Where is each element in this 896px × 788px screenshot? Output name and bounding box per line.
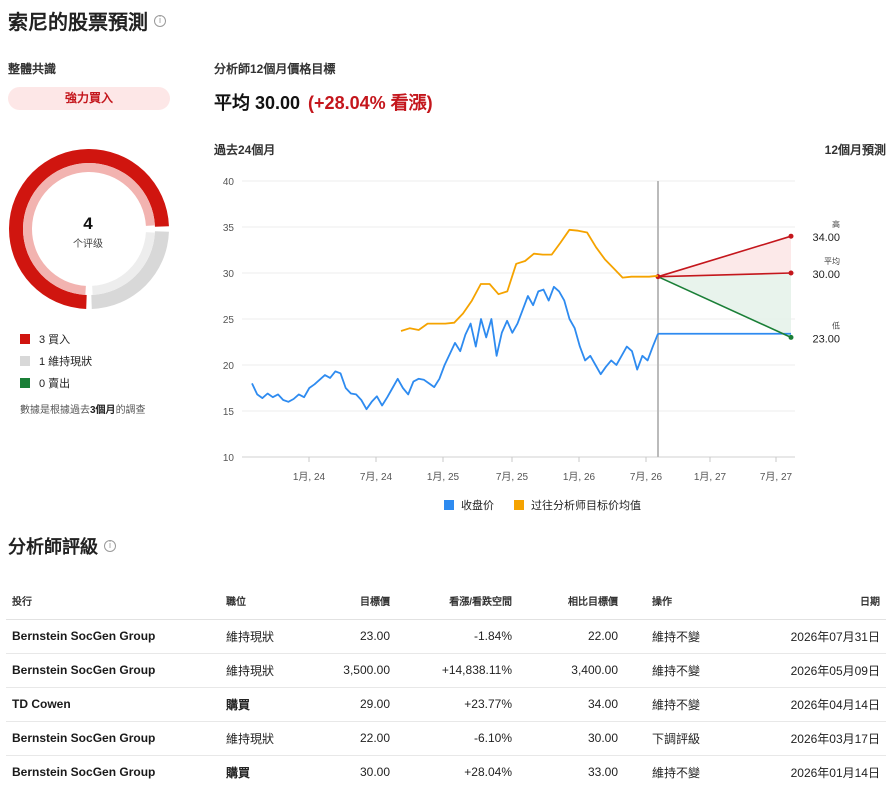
chart-legend: 收盘价 过往分析师目标价均值 bbox=[444, 497, 641, 513]
cell-target: 29.00 bbox=[320, 687, 396, 722]
y-tick-label: 35 bbox=[223, 223, 235, 234]
table-row[interactable]: Bernstein SocGen Group 維持現狀 23.00 -1.84% 22.… bbox=[6, 619, 886, 654]
y-tick-label: 15 bbox=[223, 407, 235, 418]
column-header-date[interactable]: 日期 bbox=[734, 583, 886, 620]
cell-previous: 3,400.00 bbox=[518, 653, 624, 688]
forecast-low-value: 23.00 bbox=[812, 333, 840, 345]
x-tick-label: 1月, 26 bbox=[563, 471, 596, 483]
cell-firm: TD Cowen bbox=[6, 687, 220, 722]
cell-upside: +14,838.11% bbox=[396, 653, 518, 688]
y-tick-label: 25 bbox=[223, 315, 235, 326]
cell-previous: 34.00 bbox=[518, 687, 624, 722]
cell-target: 23.00 bbox=[320, 619, 396, 654]
cell-upside: -6.10% bbox=[396, 721, 518, 756]
cell-upside: +23.77% bbox=[396, 687, 518, 722]
legend-close-label: 收盘价 bbox=[461, 500, 494, 512]
cell-upside: -1.84% bbox=[396, 619, 518, 654]
table-row[interactable]: TD Cowen 購買 29.00 +23.77% 34.00 維持不變 2026年04月1… bbox=[6, 687, 886, 722]
cell-action: 維持不變 bbox=[624, 653, 734, 688]
cell-upside: +28.04% bbox=[396, 755, 518, 788]
column-header-upside[interactable]: 看漲/看跌空間 bbox=[396, 583, 518, 620]
forecast-low-point bbox=[788, 334, 794, 340]
price-chart: 40353025201510 1月, 24 7月, 24 1月, 25 7月, 25 1… bbox=[223, 177, 840, 483]
x-tick-label: 7月, 26 bbox=[630, 471, 663, 483]
y-tick-label: 20 bbox=[223, 361, 235, 372]
forecast-low-label: 低 bbox=[832, 320, 840, 330]
cell-target: 3,500.00 bbox=[320, 653, 396, 688]
x-tick-label: 7月, 24 bbox=[360, 471, 393, 483]
legend-target-label: 过往分析师目标价均值 bbox=[531, 500, 641, 512]
forecast-area bbox=[655, 233, 794, 340]
cell-firm: Bernstein SocGen Group bbox=[6, 755, 220, 788]
cell-target: 30.00 bbox=[320, 755, 396, 788]
cell-target: 22.00 bbox=[320, 721, 396, 756]
y-tick-label: 30 bbox=[223, 269, 235, 280]
legend-close-price[interactable]: 收盘价 bbox=[444, 497, 494, 513]
x-tick-label: 1月, 25 bbox=[427, 471, 460, 483]
x-tick-label: 1月, 24 bbox=[293, 471, 326, 483]
y-axis-ticks: 40 35 30 25 20 15 10 bbox=[223, 177, 235, 464]
column-header-position[interactable]: 職位 bbox=[220, 583, 320, 620]
cell-action: 維持不變 bbox=[624, 755, 734, 788]
y-tick-label: 10 bbox=[223, 453, 235, 464]
cell-action: 維持不變 bbox=[624, 619, 734, 654]
cell-previous: 33.00 bbox=[518, 755, 624, 788]
forecast-high-point bbox=[788, 233, 794, 239]
x-axis-ticks: 1月, 24 7月, 24 1月, 25 7月, 25 1月, 26 7月, 26 1月, … bbox=[293, 457, 793, 483]
cell-firm: Bernstein SocGen Group bbox=[6, 653, 220, 688]
forecast-avg-value: 30.00 bbox=[812, 269, 840, 281]
cell-position: 維持現狀 bbox=[220, 721, 320, 756]
x-tick-label: 1月, 27 bbox=[694, 471, 727, 483]
cell-date: 2026年05月09日 bbox=[734, 653, 886, 688]
legend-target-average[interactable]: 过往分析师目标价均值 bbox=[514, 497, 641, 513]
table-row[interactable]: Bernstein SocGen Group 維持現狀 22.00 -6.10% 30.… bbox=[6, 721, 886, 756]
column-header-firm[interactable]: 投行 bbox=[6, 583, 220, 620]
ratings-table-body: Bernstein SocGen Group 維持現狀 23.00 -1.84% 22.… bbox=[6, 619, 886, 788]
column-header-target[interactable]: 目標價 bbox=[320, 583, 396, 620]
cell-firm: Bernstein SocGen Group bbox=[6, 619, 220, 654]
table-row[interactable]: Bernstein SocGen Group 維持現狀 3,500.00 +14,83… bbox=[6, 653, 886, 688]
cell-position: 維持現狀 bbox=[220, 619, 320, 654]
cell-date: 2026年04月14日 bbox=[734, 687, 886, 722]
cell-action: 下調評級 bbox=[624, 721, 734, 756]
table-header-row: 投行 職位 目標價 看漲/看跌空間 相比目標價 操作 日期 bbox=[6, 583, 886, 620]
column-header-action[interactable]: 操作 bbox=[624, 583, 734, 620]
info-icon[interactable]: i bbox=[104, 540, 116, 552]
forecast-high-label: 高 bbox=[832, 219, 840, 229]
cell-date: 2026年03月17日 bbox=[734, 721, 886, 756]
legend-close-swatch bbox=[444, 500, 454, 510]
column-header-previous[interactable]: 相比目標價 bbox=[518, 583, 624, 620]
legend-target-swatch bbox=[514, 500, 524, 510]
forecast-labels: 高 34.00 平均 30.00 低 23.00 bbox=[812, 219, 840, 345]
forecast-average-point bbox=[788, 270, 794, 276]
x-tick-label: 7月, 25 bbox=[496, 471, 529, 483]
series-close-price-line bbox=[251, 285, 659, 411]
cell-previous: 30.00 bbox=[518, 721, 624, 756]
series-target-average-line bbox=[400, 228, 659, 332]
x-tick-label: 7月, 27 bbox=[760, 471, 793, 483]
table-row[interactable]: Bernstein SocGen Group 購買 30.00 +28.04% 33.0… bbox=[6, 755, 886, 788]
cell-position: 維持現狀 bbox=[220, 653, 320, 688]
forecast-avg-label: 平均 bbox=[824, 256, 840, 266]
cell-action: 維持不變 bbox=[624, 687, 734, 722]
analyst-ratings-table: 投行 職位 目標價 看漲/看跌空間 相比目標價 操作 日期 Bernstein … bbox=[6, 583, 886, 788]
cell-position: 購買 bbox=[220, 687, 320, 722]
forecast-high-value: 34.00 bbox=[812, 232, 840, 244]
cell-firm: Bernstein SocGen Group bbox=[6, 721, 220, 756]
cell-date: 2026年07月31日 bbox=[734, 619, 886, 654]
analyst-ratings-title: 分析師評級 i bbox=[8, 533, 116, 559]
cell-date: 2026年01月14日 bbox=[734, 755, 886, 788]
cell-previous: 22.00 bbox=[518, 619, 624, 654]
analyst-ratings-title-text: 分析師評級 bbox=[8, 537, 98, 557]
cell-position: 購買 bbox=[220, 755, 320, 788]
y-tick-label: 40 bbox=[223, 177, 235, 188]
